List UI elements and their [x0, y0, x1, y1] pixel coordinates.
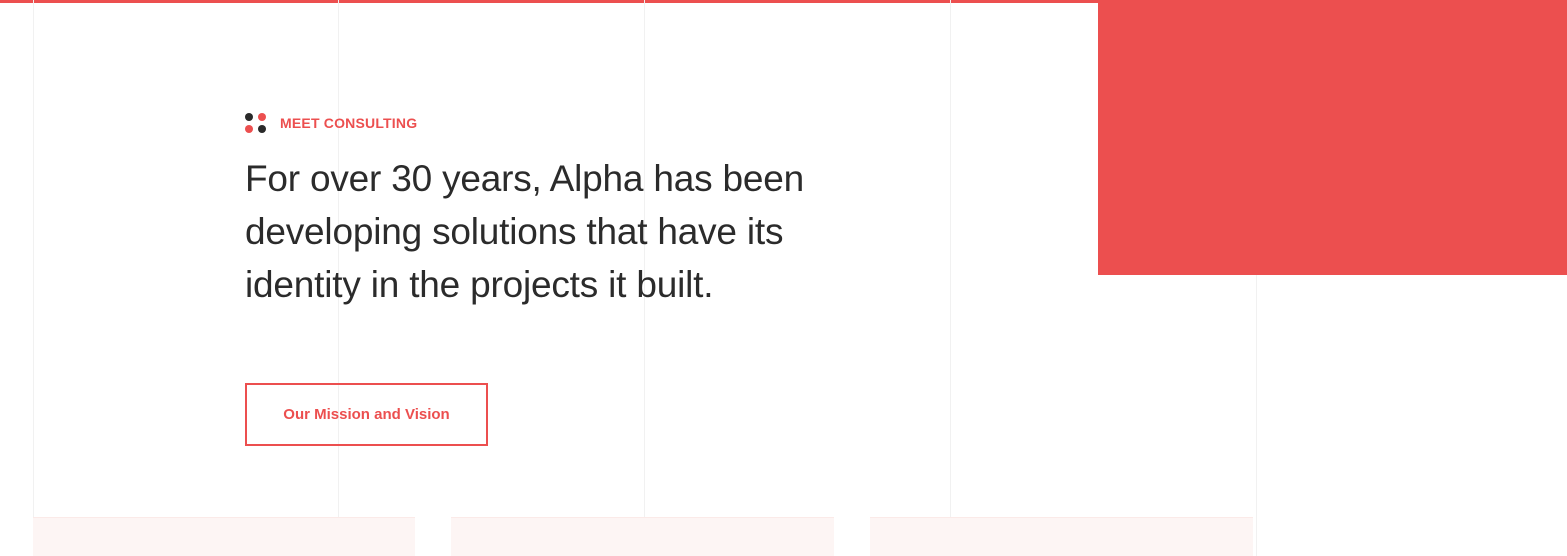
- hero-headline: For over 30 years, Alpha has been develo…: [245, 158, 805, 305]
- grid-line: [950, 0, 951, 556]
- section-eyebrow: MEET CONSULTING: [245, 112, 417, 134]
- eyebrow-label: MEET CONSULTING: [280, 115, 418, 131]
- four-dots-icon: [245, 112, 266, 134]
- feature-card[interactable]: [870, 517, 1253, 556]
- decorative-red-block: [1098, 0, 1567, 275]
- feature-card[interactable]: [451, 517, 834, 556]
- page: MEET CONSULTING For over 30 years, Alpha…: [0, 0, 1567, 556]
- feature-card[interactable]: [33, 517, 415, 556]
- grid-line: [33, 0, 34, 556]
- mission-vision-button[interactable]: Our Mission and Vision: [245, 383, 488, 446]
